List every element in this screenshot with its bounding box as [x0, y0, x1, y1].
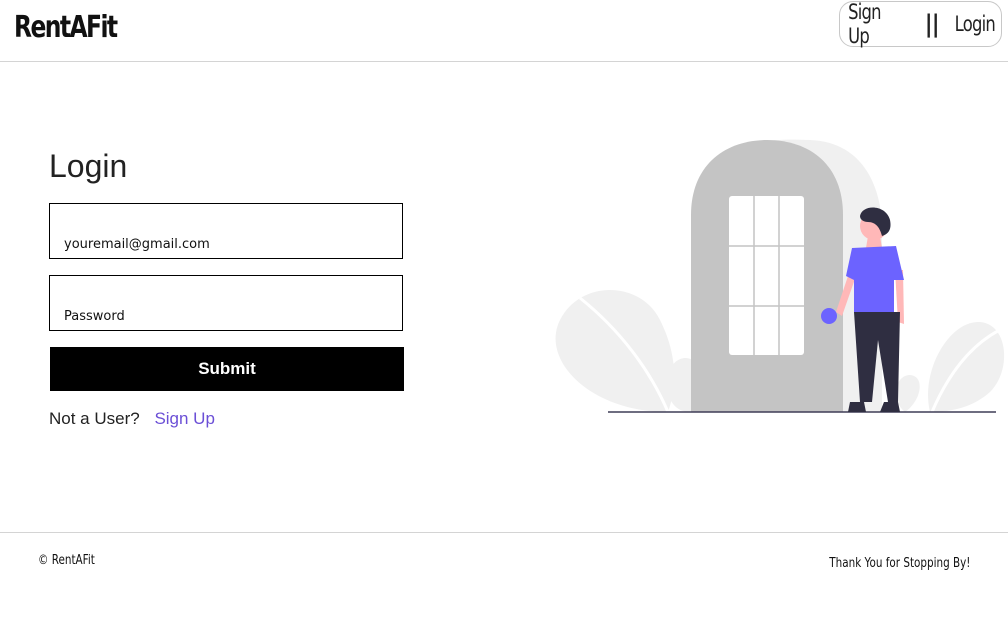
nav-separator: || [924, 10, 940, 38]
site-header: RentAFit Sign Up || Login [0, 0, 1008, 62]
nav-signup-link[interactable]: Sign Up [848, 0, 906, 48]
footer-thanks: Thank You for Stopping By! [828, 556, 970, 571]
door-illustration [555, 139, 1008, 413]
nav-login-link[interactable]: Login [955, 12, 996, 36]
person-neck [866, 236, 882, 248]
person-shirt [846, 246, 904, 312]
door-window [729, 196, 804, 355]
signup-link[interactable]: Sign Up [154, 409, 214, 428]
right-small-leaf [895, 375, 920, 412]
email-field[interactable] [50, 204, 402, 258]
password-field-box [49, 275, 403, 331]
site-footer: © RentAFit Thank You for Stopping By! [0, 532, 1008, 620]
page-title: Login [49, 148, 128, 184]
auth-nav: Sign Up || Login [839, 0, 1002, 48]
submit-button[interactable]: Submit [50, 347, 404, 391]
signup-prompt-text: Not a User? [49, 409, 140, 428]
door-knob [821, 308, 837, 324]
footer-copyright: © RentAFit [38, 553, 95, 568]
brand-logo[interactable]: RentAFit [14, 10, 118, 45]
signup-prompt: Not a User? Sign Up [49, 409, 215, 429]
left-leaf [555, 290, 675, 412]
password-field[interactable] [50, 276, 402, 330]
email-field-box [49, 203, 403, 259]
